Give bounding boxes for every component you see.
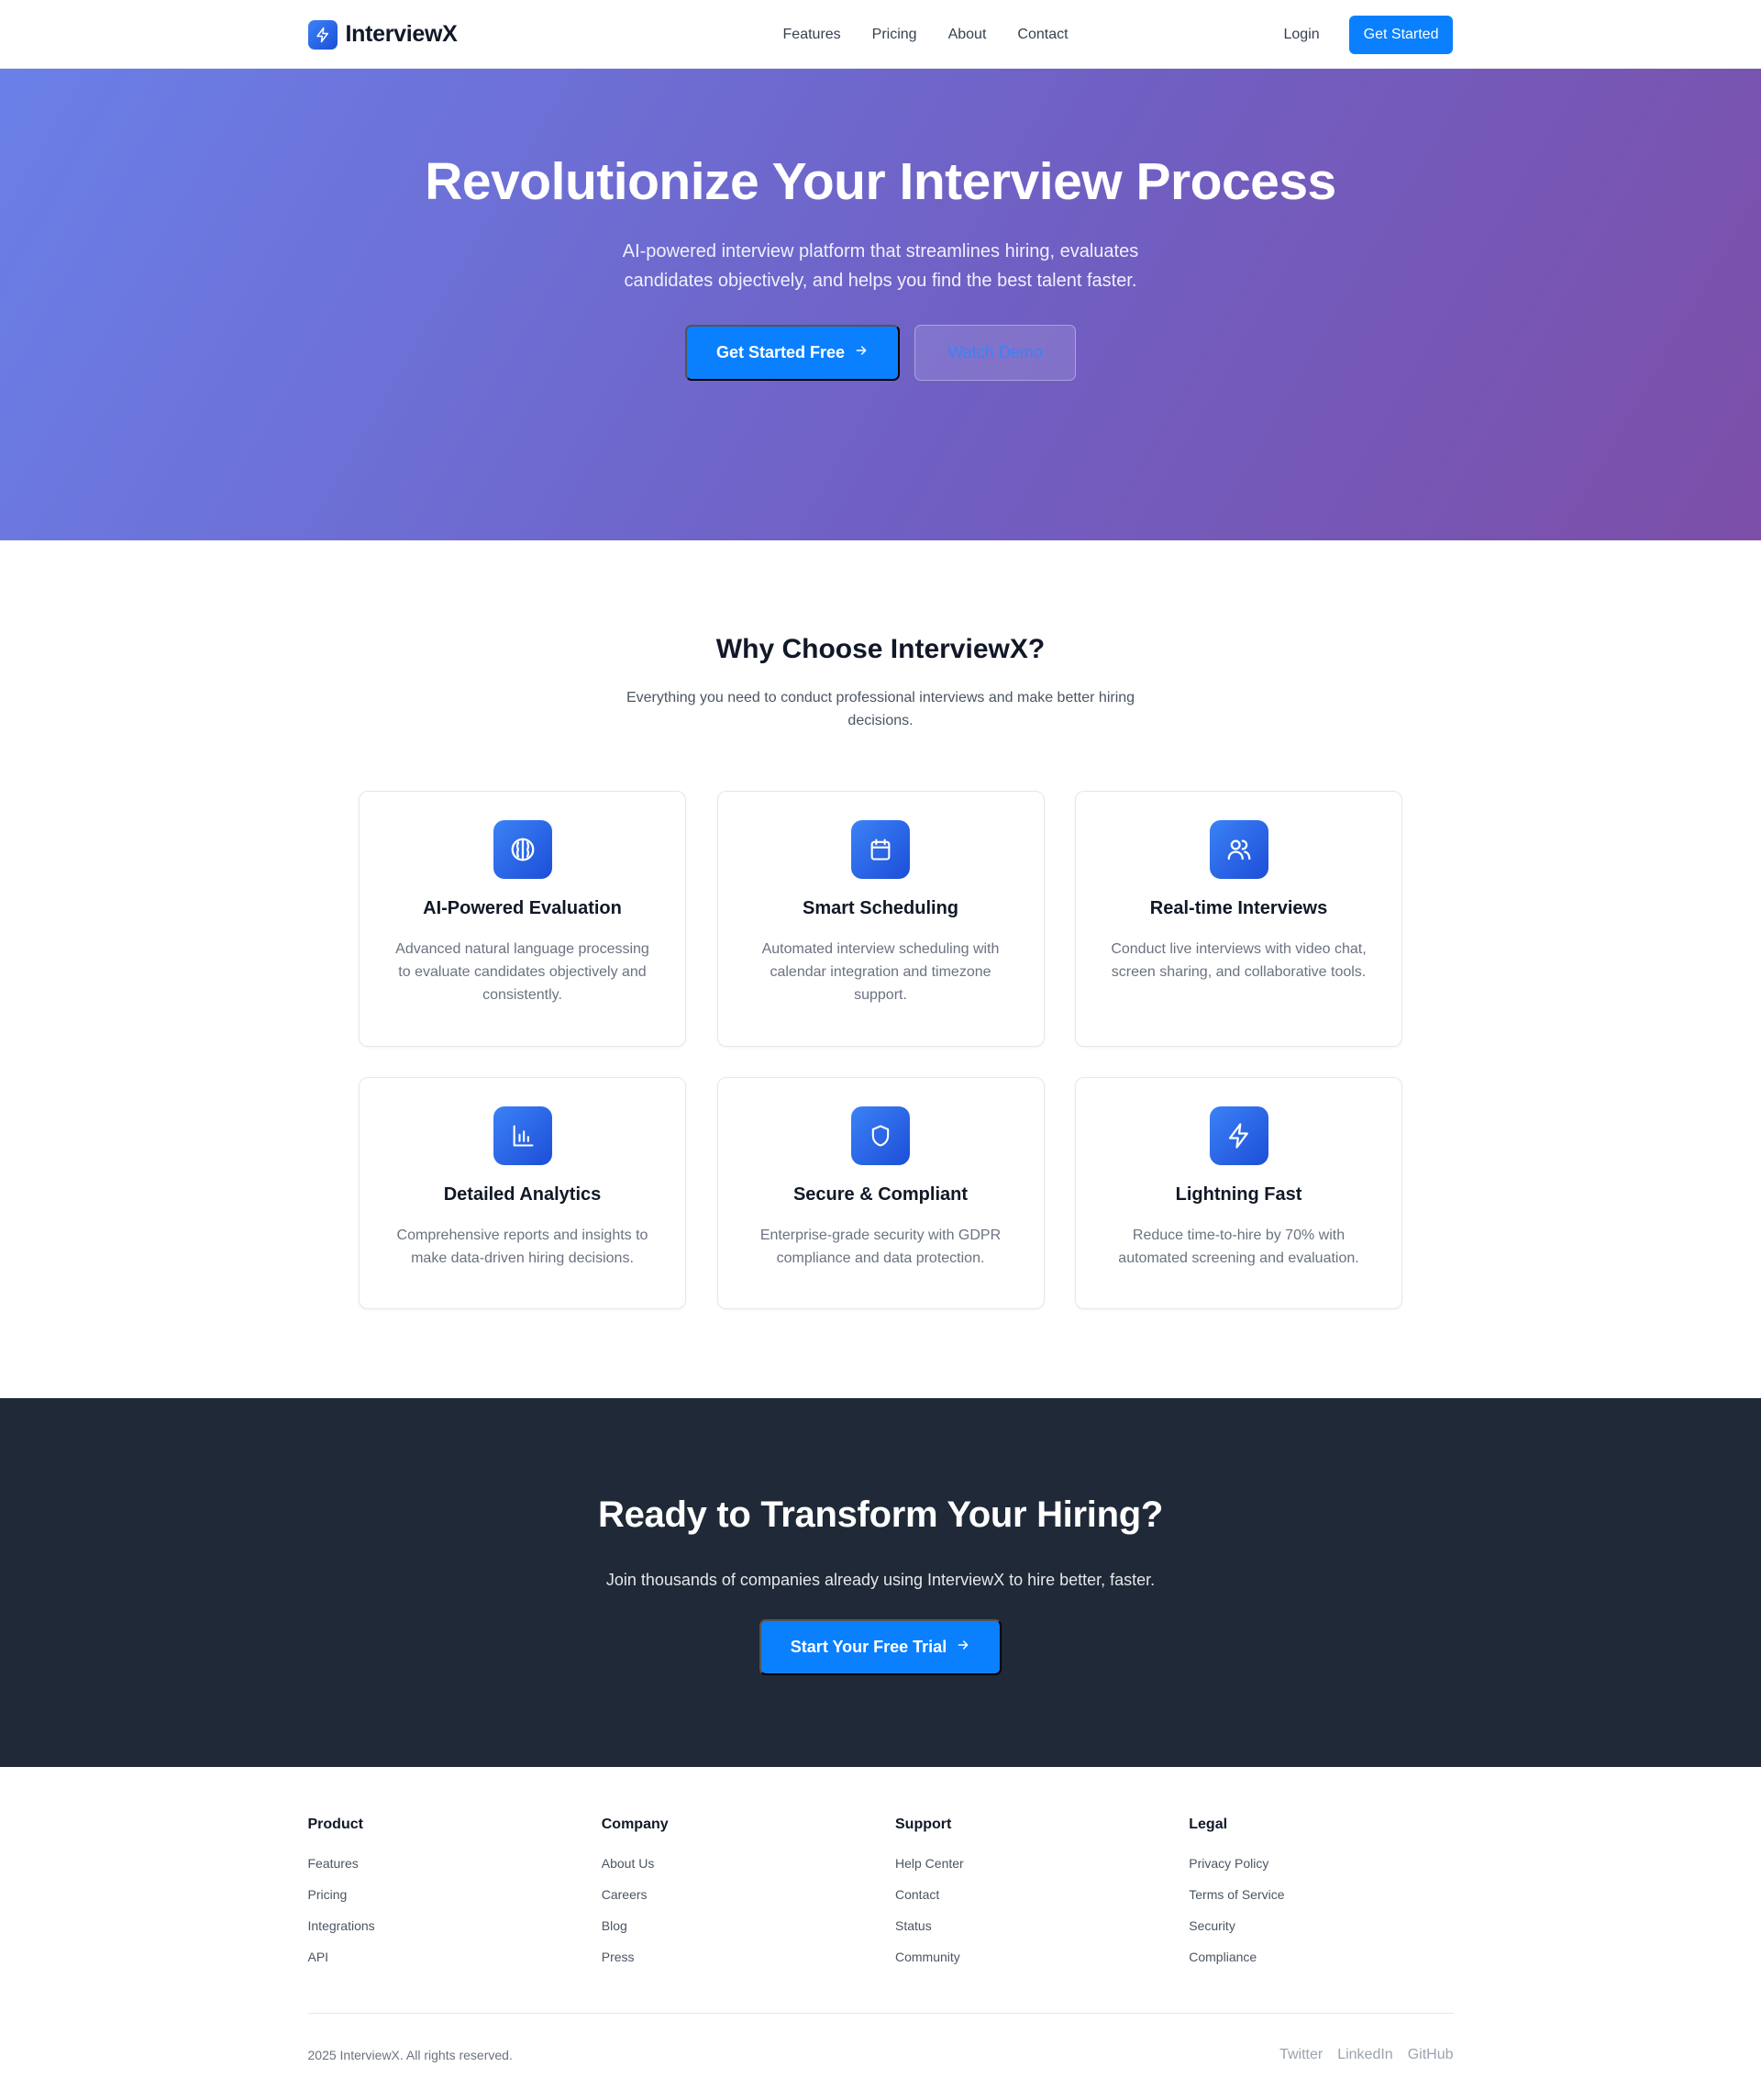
hero-subtitle: AI-powered interview platform that strea… bbox=[622, 240, 1139, 291]
feature-card: Detailed Analytics Comprehensive reports… bbox=[359, 1077, 686, 1309]
social-link-linkedin[interactable]: LinkedIn bbox=[1337, 2047, 1393, 2063]
footer-column-company: Company About Us Careers Blog Press bbox=[602, 1817, 866, 1980]
footer-link[interactable]: Compliance bbox=[1189, 1949, 1453, 1966]
footer-link[interactable]: Press bbox=[602, 1949, 866, 1966]
footer-link[interactable]: Terms of Service bbox=[1189, 1886, 1453, 1904]
feature-card: Secure & Compliant Enterprise-grade secu… bbox=[716, 1077, 1045, 1309]
feature-title: Detailed Analytics bbox=[443, 1184, 602, 1205]
nav-link-features[interactable]: Features bbox=[783, 27, 841, 43]
footer-column-product: Product Features Pricing Integrations AP… bbox=[308, 1817, 572, 1980]
footer-link[interactable]: Security bbox=[1189, 1917, 1453, 1935]
footer-link[interactable]: Help Center bbox=[895, 1855, 1159, 1872]
footer-link[interactable]: API bbox=[308, 1949, 572, 1966]
footer-column-title: Product bbox=[307, 1817, 363, 1832]
watch-demo-button[interactable]: Watch Demo bbox=[914, 324, 1077, 381]
footer-link[interactable]: Integrations bbox=[308, 1917, 572, 1935]
footer-link[interactable]: Blog bbox=[602, 1917, 866, 1935]
brain-icon bbox=[493, 820, 552, 879]
feature-text: Comprehensive reports and insights to ma… bbox=[396, 1228, 648, 1266]
start-free-trial-label: Start Your Free Trial bbox=[790, 1638, 947, 1656]
start-free-trial-button[interactable]: Start Your Free Trial bbox=[759, 1619, 1002, 1675]
footer-link[interactable]: Features bbox=[308, 1855, 572, 1872]
footer-link[interactable]: Status bbox=[895, 1917, 1159, 1935]
footer-link[interactable]: Careers bbox=[602, 1886, 866, 1904]
get-started-free-label: Get Started Free bbox=[715, 342, 846, 361]
feature-text: Conduct live interviews with video chat,… bbox=[1111, 941, 1367, 980]
cta-title: Ready to Transform Your Hiring? bbox=[598, 1494, 1163, 1535]
feature-text: Advanced natural language processing to … bbox=[395, 941, 649, 1003]
get-started-button[interactable]: Get Started bbox=[1348, 15, 1454, 54]
footer-column-legal: Legal Privacy Policy Terms of Service Se… bbox=[1189, 1817, 1453, 1980]
features-title: Why Choose InterviewX? bbox=[715, 634, 1046, 664]
social-links: Twitter LinkedIn GitHub bbox=[1279, 2047, 1453, 2063]
footer-columns: Product Features Pricing Integrations AP… bbox=[308, 1817, 1454, 1980]
copyright-text: 2025 InterviewX. All rights reserved. bbox=[307, 2048, 513, 2062]
footer-link[interactable]: Pricing bbox=[308, 1886, 572, 1904]
footer-bottom: 2025 InterviewX. All rights reserved. Tw… bbox=[307, 2013, 1454, 2063]
feature-title: Secure & Compliant bbox=[792, 1184, 969, 1205]
shield-icon bbox=[851, 1106, 910, 1165]
feature-card: Smart Scheduling Automated interview sch… bbox=[716, 791, 1045, 1047]
features-section: Why Choose InterviewX? Everything you ne… bbox=[0, 540, 1761, 1398]
footer-column-title: Company bbox=[601, 1817, 669, 1832]
top-navbar: InterviewX Features Pricing About Contac… bbox=[0, 0, 1761, 69]
footer-column-support: Support Help Center Contact Status Commu… bbox=[895, 1817, 1159, 1980]
feature-title: Smart Scheduling bbox=[802, 898, 959, 918]
feature-text: Reduce time-to-hire by 70% with automate… bbox=[1118, 1228, 1359, 1266]
cta-subtitle: Join thousands of companies already usin… bbox=[605, 1571, 1156, 1589]
arrow-right-icon bbox=[854, 343, 869, 362]
nav-actions: Login Get Started bbox=[1284, 15, 1454, 54]
feature-card: Lightning Fast Reduce time-to-hire by 70… bbox=[1075, 1077, 1402, 1309]
hero-title: Revolutionize Your Interview Process bbox=[425, 152, 1336, 211]
footer-column-title: Support bbox=[895, 1817, 952, 1832]
features-subtitle: Everything you need to conduct professio… bbox=[626, 690, 1135, 728]
brand-name: InterviewX bbox=[345, 21, 458, 47]
social-link-twitter[interactable]: Twitter bbox=[1279, 2047, 1323, 2063]
nav-links: Features Pricing About Contact bbox=[783, 27, 1069, 43]
feature-title: Real-time Interviews bbox=[1149, 898, 1328, 918]
nav-link-pricing[interactable]: Pricing bbox=[872, 27, 917, 43]
footer-column-title: Legal bbox=[1189, 1817, 1228, 1832]
social-link-github[interactable]: GitHub bbox=[1408, 2047, 1454, 2063]
features-grid: AI-Powered Evaluation Advanced natural l… bbox=[359, 791, 1402, 1309]
feature-text: Enterprise-grade security with GDPR comp… bbox=[759, 1228, 1002, 1266]
login-link[interactable]: Login bbox=[1284, 27, 1320, 43]
users-icon bbox=[1209, 820, 1268, 879]
bar-chart-icon bbox=[493, 1106, 552, 1165]
lightning-icon bbox=[1209, 1106, 1268, 1165]
footer-link[interactable]: Community bbox=[895, 1949, 1159, 1966]
feature-title: AI-Powered Evaluation bbox=[423, 898, 622, 918]
hero-section: Revolutionize Your Interview Process AI-… bbox=[0, 69, 1761, 540]
get-started-free-button[interactable]: Get Started Free bbox=[684, 324, 901, 381]
lightning-icon bbox=[307, 19, 338, 50]
arrow-right-icon bbox=[956, 1638, 970, 1657]
footer: Product Features Pricing Integrations AP… bbox=[307, 1767, 1454, 2063]
calendar-icon bbox=[851, 820, 910, 879]
feature-card: AI-Powered Evaluation Advanced natural l… bbox=[359, 791, 686, 1047]
nav-link-about[interactable]: About bbox=[948, 27, 987, 43]
footer-link[interactable]: Contact bbox=[895, 1886, 1159, 1904]
nav-link-contact[interactable]: Contact bbox=[1017, 27, 1068, 43]
feature-text: Automated interview scheduling with cale… bbox=[761, 941, 1000, 1003]
footer-link[interactable]: About Us bbox=[602, 1855, 866, 1872]
brand-logo[interactable]: InterviewX bbox=[307, 19, 458, 50]
footer-link[interactable]: Privacy Policy bbox=[1189, 1855, 1453, 1872]
hero-buttons: Get Started Free Watch Demo bbox=[0, 324, 1761, 381]
feature-card: Real-time Interviews Conduct live interv… bbox=[1075, 791, 1402, 1047]
cta-section: Ready to Transform Your Hiring? Join tho… bbox=[0, 1398, 1761, 1767]
feature-title: Lightning Fast bbox=[1175, 1184, 1302, 1205]
